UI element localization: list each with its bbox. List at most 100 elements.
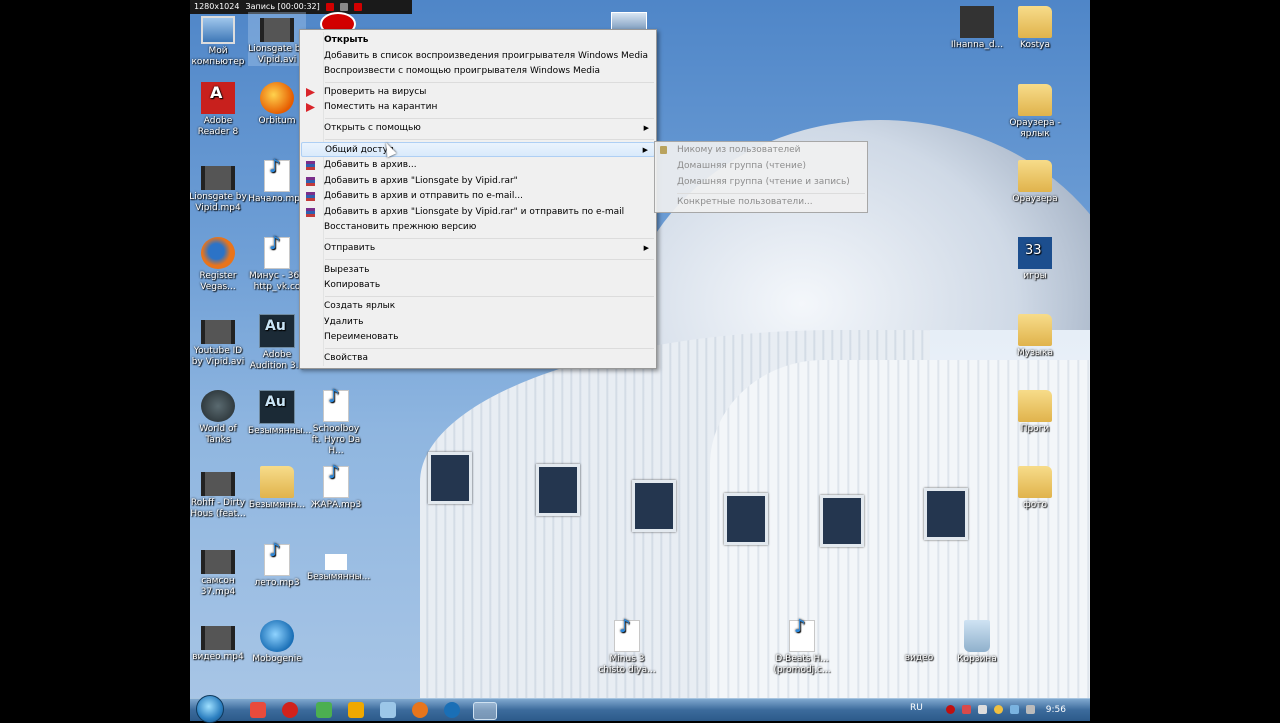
desktop-icon-youtube-id[interactable]: Youtube ID by Vipid.avi bbox=[189, 314, 247, 368]
desktop-icon-nachalo[interactable]: Начало.mp3 bbox=[248, 160, 306, 205]
desktop-icon-d-beats[interactable]: D-Beats H... (promodj.c... bbox=[773, 620, 831, 676]
network-icon[interactable] bbox=[1010, 705, 1019, 714]
text-file-icon bbox=[325, 554, 347, 570]
mp3-file-icon bbox=[789, 620, 815, 652]
taskbar-utorrent-icon[interactable] bbox=[316, 702, 332, 718]
desktop-icon-igry[interactable]: игры bbox=[1006, 237, 1064, 282]
desktop-icon-bezymyanny-folder[interactable]: Безымянн... bbox=[248, 466, 306, 511]
world-of-tanks-icon bbox=[201, 390, 235, 422]
desktop-icon-orauzera-yarlyk[interactable]: Ораузера - ярлык bbox=[1006, 84, 1064, 140]
menu-item-cut[interactable]: Вырезать bbox=[301, 263, 655, 278]
language-indicator[interactable]: RU bbox=[910, 703, 923, 713]
taskbar-media-player-icon[interactable] bbox=[348, 702, 364, 718]
desktop-icon-ilnanna[interactable]: Ilнanna_d... bbox=[948, 6, 1006, 51]
video-file-icon bbox=[201, 550, 235, 574]
desktop-icon-orauzera[interactable]: Ораузера bbox=[1006, 160, 1064, 205]
submenu-item-homegroup-rw[interactable]: Домашняя группа (чтение и запись) bbox=[656, 175, 850, 190]
menu-item-create-shortcut[interactable]: Создать ярлык bbox=[301, 299, 655, 314]
taskbar-opera-icon[interactable] bbox=[282, 702, 298, 718]
folder-icon bbox=[1018, 390, 1052, 422]
desktop-icon-muzyka[interactable]: Музыка bbox=[1006, 314, 1064, 359]
volume-icon[interactable] bbox=[978, 705, 987, 714]
pause-icon[interactable] bbox=[339, 3, 348, 11]
menu-item-add-email[interactable]: Добавить в архив и отправить по e-mail..… bbox=[301, 189, 655, 204]
menu-item-open-with[interactable]: Открыть с помощью ▶ bbox=[301, 121, 655, 136]
taskbar-mobogenie-icon[interactable] bbox=[444, 702, 460, 718]
taskbar-app-icon[interactable] bbox=[380, 702, 396, 718]
record-tray-icon[interactable] bbox=[946, 705, 955, 714]
orbitum-icon bbox=[260, 82, 294, 114]
desktop-icon-register-vegas[interactable]: Register Vegas... bbox=[189, 237, 247, 293]
folder-shortcut-icon bbox=[1018, 84, 1052, 116]
menu-separator bbox=[325, 348, 654, 349]
desktop-icon-foto[interactable]: фото bbox=[1006, 466, 1064, 511]
mp3-file-icon bbox=[264, 160, 290, 192]
tray-flag-icon[interactable] bbox=[1026, 705, 1035, 714]
desktop-icon-leto[interactable]: лето.mp3 bbox=[248, 544, 306, 589]
desktop-icon-video[interactable]: видео bbox=[890, 653, 948, 664]
tray-app-icon[interactable] bbox=[994, 705, 1003, 714]
menu-item-open[interactable]: Открыть bbox=[301, 33, 655, 48]
desktop-icon-bezymyanny-txt[interactable]: Безымянны... bbox=[307, 544, 370, 583]
menu-item-copy[interactable]: Копировать bbox=[301, 278, 655, 293]
desktop-icon-bezymyanny-ses[interactable]: Безымянны... bbox=[248, 390, 311, 437]
stop-icon[interactable] bbox=[353, 3, 362, 11]
menu-item-play-wmp[interactable]: Воспроизвести с помощью проигрывателя Wi… bbox=[301, 64, 655, 79]
desktop-icon-samson[interactable]: самсон 37.mp4 bbox=[189, 544, 247, 598]
start-button[interactable] bbox=[196, 695, 224, 723]
menu-item-add-archive[interactable]: Добавить в архив... bbox=[301, 158, 655, 173]
menu-item-delete[interactable]: Удалить bbox=[301, 315, 655, 330]
desktop-icon-lionsgate-avi[interactable]: Lionsgate by Vipid.avi bbox=[248, 12, 306, 66]
menu-item-add-rar[interactable]: Добавить в архив "Lionsgate by Vipid.rar… bbox=[301, 174, 655, 189]
desktop-icon-mobogenie[interactable]: Mobogenie bbox=[248, 620, 306, 665]
menu-item-scan-virus[interactable]: Проверить на вирусы bbox=[301, 85, 655, 100]
taskbar-yandex-icon[interactable] bbox=[250, 702, 266, 718]
antivirus-icon bbox=[306, 88, 315, 97]
desktop-icon-rohff[interactable]: Rohff - Dirty Hous (feat... bbox=[189, 466, 247, 520]
record-icon[interactable] bbox=[325, 3, 334, 11]
desktop-icon-lionsgate-mp4[interactable]: Lionsgate by Vipid.mp4 bbox=[189, 160, 247, 214]
taskbar-explorer-icon[interactable] bbox=[473, 702, 497, 720]
desktop-icon-recycle-bin[interactable]: Корзина bbox=[948, 620, 1006, 665]
folder-icon bbox=[1018, 160, 1052, 192]
desktop-icon-video-mp4[interactable]: видео.mp4 bbox=[189, 620, 247, 663]
menu-separator bbox=[677, 193, 865, 194]
menu-item-rename[interactable]: Переименовать bbox=[301, 330, 655, 345]
menu-item-restore[interactable]: Восстановить прежнюю версию bbox=[301, 220, 655, 235]
desktop-icon-minus3[interactable]: Minus 3 chisto diya... bbox=[598, 620, 656, 676]
taskbar-firefox-icon[interactable] bbox=[412, 702, 428, 718]
video-file-icon bbox=[201, 626, 235, 650]
menu-item-send-to[interactable]: Отправить ▶ bbox=[301, 241, 655, 256]
menu-item-add-rar-email[interactable]: Добавить в архив "Lionsgate by Vipid.rar… bbox=[301, 205, 655, 220]
desktop-icon-adobe-reader[interactable]: Adobe Reader 8 bbox=[189, 82, 247, 138]
menu-item-quarantine[interactable]: Поместить на карантин bbox=[301, 100, 655, 115]
wallpaper-window bbox=[724, 493, 768, 545]
menu-item-properties[interactable]: Свойства bbox=[301, 351, 655, 366]
desktop-icon-kostya[interactable]: Kostya bbox=[1006, 6, 1064, 51]
wallpaper-window bbox=[820, 495, 864, 547]
desktop-icon-adobe-audition[interactable]: Adobe Audition 3.0 bbox=[248, 314, 306, 372]
mobogenie-icon bbox=[260, 620, 294, 652]
desktop-icon-progi[interactable]: Проги bbox=[1006, 390, 1064, 435]
menu-separator bbox=[325, 139, 654, 140]
desktop-icon-world-of-tanks[interactable]: World of Tanks bbox=[189, 390, 247, 446]
games-folder-icon bbox=[1018, 237, 1052, 269]
desktop-icon-zhara[interactable]: ЖАРА.mp3 bbox=[307, 466, 365, 511]
wallpaper-window bbox=[536, 464, 580, 516]
menu-item-add-playlist[interactable]: Добавить в список воспроизведения проигр… bbox=[301, 49, 655, 64]
antivirus-icon bbox=[306, 103, 315, 112]
antivirus-tray-icon[interactable] bbox=[962, 705, 971, 714]
audition-icon bbox=[259, 314, 295, 348]
submenu-item-homegroup-read[interactable]: Домашняя группа (чтение) bbox=[656, 159, 806, 174]
submenu-item-nobody[interactable]: Никому из пользователей bbox=[656, 143, 801, 158]
desktop-icon-orbitum[interactable]: Orbitum bbox=[248, 82, 306, 127]
desktop-icon-minus[interactable]: Минус - 364 http_vk.co bbox=[248, 237, 306, 293]
firefox-icon bbox=[201, 237, 235, 269]
desktop-icon-my-computer[interactable]: Мой компьютер bbox=[189, 12, 247, 68]
submenu-item-specific-users[interactable]: Конкретные пользователи... bbox=[656, 195, 813, 210]
desktop-icon-schoolboy[interactable]: Schoolboy ft. Hyro Da H... bbox=[307, 390, 365, 457]
share-submenu: Никому из пользователей Домашняя группа … bbox=[654, 141, 868, 213]
menu-item-share[interactable]: Общий доступ ▶ bbox=[301, 142, 655, 157]
clock[interactable]: 9:56 bbox=[1046, 705, 1066, 715]
winrar-icon bbox=[306, 192, 315, 201]
